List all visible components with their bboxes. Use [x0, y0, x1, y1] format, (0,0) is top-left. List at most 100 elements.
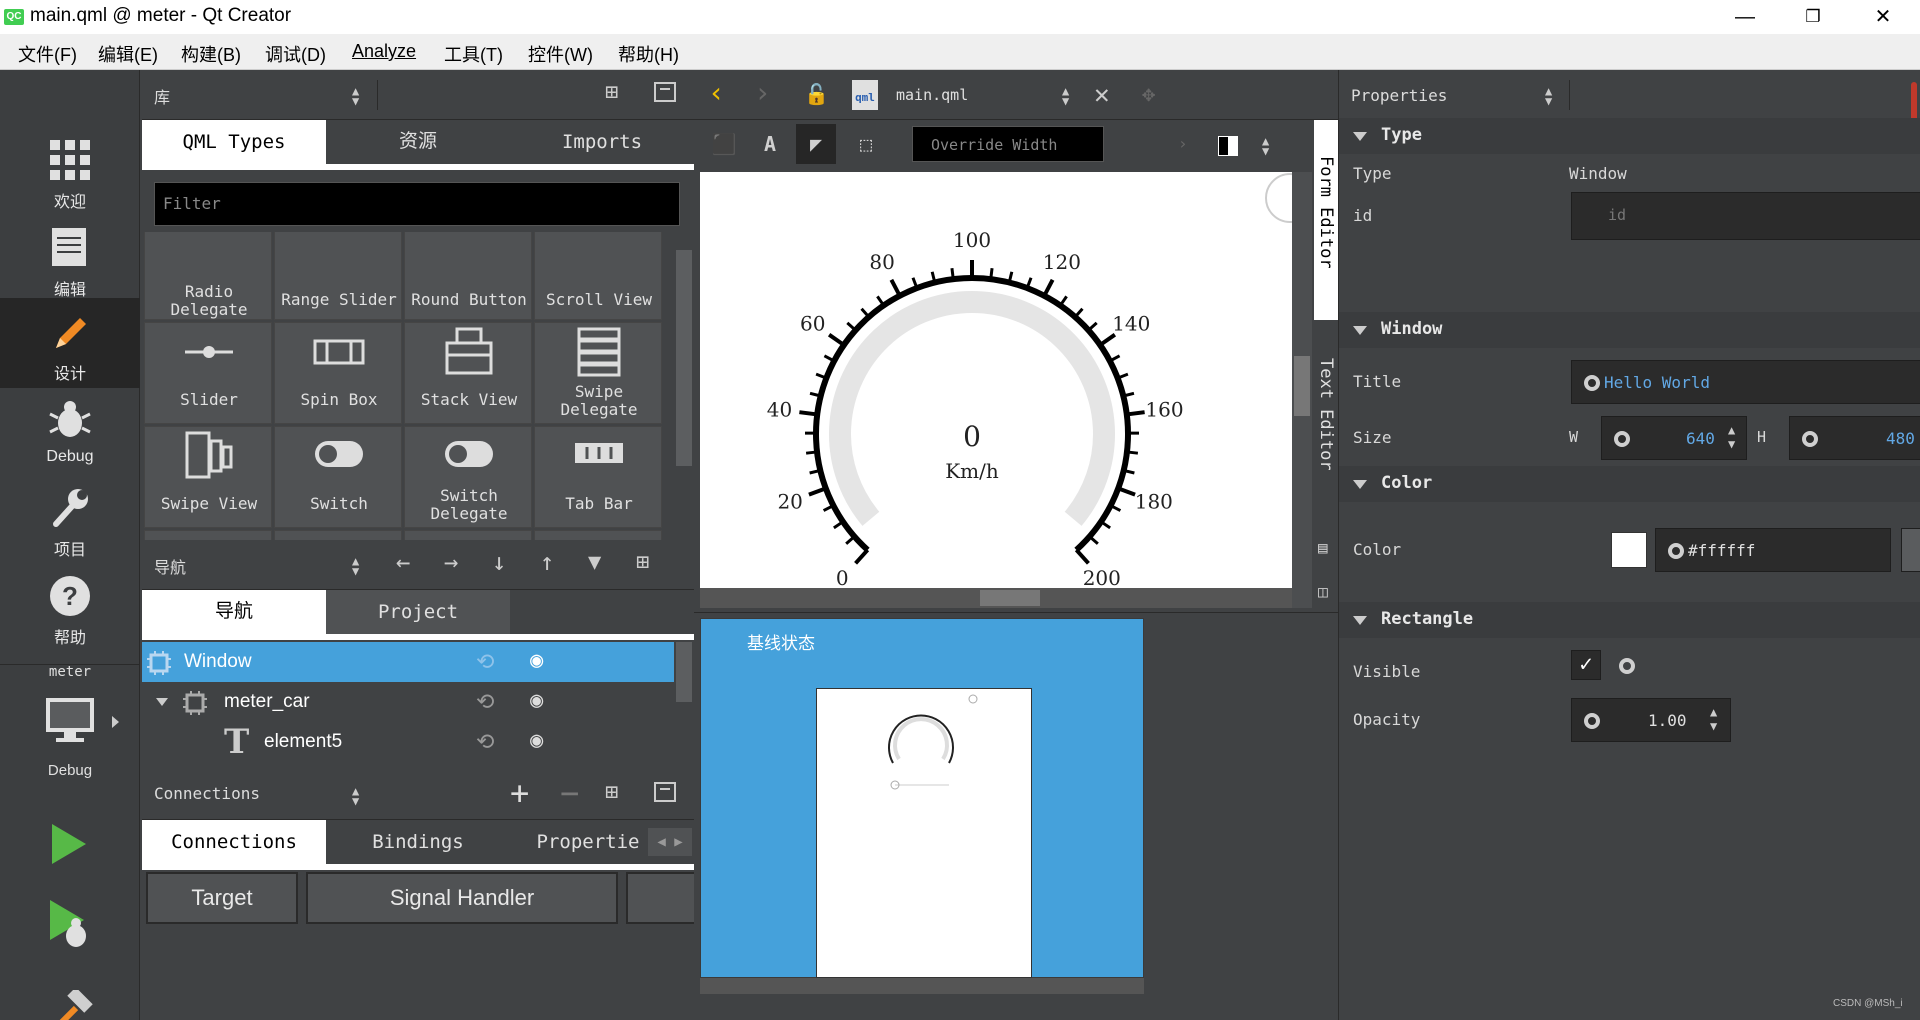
column-header-target[interactable]: Target — [146, 872, 298, 924]
canvas-vscrollbar[interactable] — [1292, 172, 1312, 608]
library-item-tab-bar[interactable]: Tab Bar — [534, 426, 662, 528]
remove-icon[interactable]: − — [560, 774, 579, 812]
mode-welcome[interactable]: 欢迎 — [0, 130, 140, 216]
binding-icon[interactable] — [1802, 431, 1818, 447]
tab-navigator[interactable]: 导航 — [142, 590, 326, 634]
mode-design[interactable]: 设计 — [0, 298, 140, 388]
column-header-action[interactable] — [626, 872, 694, 924]
close-document-icon[interactable]: ✕ — [1094, 80, 1110, 110]
tab-connections[interactable]: Connections — [142, 820, 326, 864]
updown-icon[interactable]: ▲ ▼ — [352, 785, 359, 807]
spin-arrows-icon[interactable]: ▲ ▼ — [1728, 423, 1735, 451]
canvas-hscrollbar-handle[interactable] — [980, 590, 1040, 606]
mode-help[interactable]: ? 帮助 — [0, 566, 140, 652]
restore-icon[interactable]: ❐ — [1778, 0, 1848, 34]
speedometer-gauge[interactable]: 0 20 40 60 80 100 120 140 160 180 200 0 Km/h — [700, 172, 1292, 588]
tree-row-window[interactable]: Window ⟲ ◉ — [142, 642, 674, 682]
minimize-icon[interactable]: — — [1710, 0, 1780, 34]
run-button[interactable] — [46, 822, 90, 871]
close-panel-icon[interactable] — [654, 782, 676, 802]
updown-icon[interactable]: ▲ ▼ — [352, 85, 359, 107]
column-header-signal-handler[interactable]: Signal Handler — [306, 872, 618, 924]
library-item-spin-box[interactable]: Spin Box — [274, 322, 402, 424]
updown-icon[interactable]: ▲ ▼ — [1262, 135, 1269, 157]
back-icon[interactable]: ‹ — [708, 76, 725, 109]
arrow-left-icon[interactable]: ← — [396, 548, 410, 576]
library-item[interactable] — [404, 530, 532, 540]
split-horizontal-icon[interactable]: ▤ — [1318, 538, 1328, 557]
build-button[interactable] — [46, 987, 94, 1020]
menu-build[interactable]: 构建(B) — [181, 41, 241, 67]
menu-debug[interactable]: 调试(D) — [265, 41, 326, 67]
bounding-box-icon[interactable]: ⬚ — [846, 124, 886, 164]
split-icon[interactable]: ⊞ — [605, 780, 618, 805]
library-item-swipe-delegate[interactable]: Swipe Delegate — [534, 322, 662, 424]
menu-edit[interactable]: 编辑(E) — [98, 41, 158, 67]
color-swatch[interactable] — [1611, 532, 1647, 568]
canvas-vscrollbar-handle[interactable] — [1294, 356, 1310, 416]
close-icon[interactable]: ✕ — [1848, 0, 1918, 34]
eye-icon[interactable]: ◉ — [530, 648, 543, 673]
tab-qml-types[interactable]: QML Types — [142, 120, 326, 164]
library-item-slider[interactable]: Slider — [144, 322, 272, 424]
menu-analyze[interactable]: Analyze — [352, 41, 416, 62]
library-item-switch-delegate[interactable]: Switch Delegate — [404, 426, 532, 528]
close-panel-icon[interactable] — [654, 82, 676, 102]
no-snapping-icon[interactable]: ⬛ — [704, 124, 744, 164]
background-color-icon[interactable] — [1218, 136, 1238, 156]
mode-projects[interactable]: 项目 — [0, 478, 140, 564]
debug-run-button[interactable] — [46, 898, 90, 955]
menu-help[interactable]: 帮助(H) — [618, 41, 679, 67]
menu-tools[interactable]: 工具(T) — [444, 41, 503, 67]
menu-file[interactable]: 文件(F) — [18, 41, 77, 67]
filter-icon[interactable]: ▼ — [588, 550, 601, 575]
tab-properties[interactable]: Propertie — [510, 820, 666, 864]
forward-icon[interactable]: › — [754, 76, 771, 109]
tree-row-element5[interactable]: T element5 ⟲ ◉ — [142, 722, 674, 762]
library-item[interactable] — [144, 530, 272, 540]
opacity-spinbox[interactable]: 1.00 ▲ ▼ — [1571, 698, 1731, 742]
height-spinbox[interactable]: 480 — [1789, 416, 1920, 460]
canvas-hscrollbar[interactable] — [700, 588, 1292, 608]
side-tab-text-editor[interactable]: Text Editor — [1314, 328, 1338, 528]
updown-icon[interactable]: ▲ ▼ — [352, 555, 359, 577]
snap-anchors-icon[interactable]: A — [750, 124, 790, 164]
library-item[interactable] — [534, 530, 662, 540]
library-item-scroll-view[interactable]: Scroll View — [534, 232, 662, 320]
color-input[interactable]: #ffffff — [1655, 528, 1891, 572]
move-icon[interactable]: ✥ — [1142, 82, 1155, 107]
split-icon[interactable]: ⊞ — [636, 550, 649, 575]
arrow-up-icon[interactable]: ↑ — [540, 548, 554, 576]
binding-icon[interactable] — [1614, 431, 1630, 447]
add-icon[interactable]: + — [510, 774, 529, 812]
arrow-down-icon[interactable]: ↓ — [492, 548, 506, 576]
lock-icon[interactable]: 🔓 — [804, 82, 829, 106]
color-editor-button[interactable] — [1901, 528, 1920, 572]
section-rectangle[interactable]: Rectangle — [1339, 602, 1920, 638]
switch-handle-icon[interactable] — [1265, 173, 1292, 223]
side-tab-form-editor[interactable]: Form Editor — [1314, 120, 1338, 320]
updown-icon[interactable]: ▲ ▼ — [1545, 85, 1552, 107]
section-window[interactable]: Window — [1339, 312, 1920, 348]
eye-icon[interactable]: ◉ — [530, 728, 543, 753]
library-item-swipe-view[interactable]: Swipe View — [144, 426, 272, 528]
reset-icon[interactable]: ⟲ — [476, 730, 494, 755]
binding-icon[interactable] — [1584, 713, 1600, 729]
tab-project[interactable]: Project — [326, 590, 510, 634]
library-item-round-button[interactable]: Round Button — [404, 232, 532, 320]
more-icon[interactable]: › — [1178, 134, 1188, 153]
binding-icon[interactable] — [1584, 375, 1600, 391]
library-item-stack-view[interactable]: Stack View — [404, 322, 532, 424]
form-editor-canvas[interactable]: 0 20 40 60 80 100 120 140 160 180 200 0 Km/h — [700, 172, 1292, 588]
section-color[interactable]: Color — [1339, 466, 1920, 502]
tab-bindings[interactable]: Bindings — [326, 820, 510, 864]
spin-arrows-icon[interactable]: ▲ ▼ — [1710, 705, 1717, 733]
width-spinbox[interactable]: 640 ▲ ▼ — [1601, 416, 1747, 460]
section-type[interactable]: Type — [1339, 118, 1920, 154]
kit-selector[interactable]: Debug — [0, 692, 140, 788]
states-scrollbar[interactable] — [700, 978, 1144, 994]
visible-checkbox[interactable]: ✓ — [1571, 650, 1601, 680]
tab-imports[interactable]: Imports — [510, 120, 694, 164]
library-item[interactable] — [274, 530, 402, 540]
split-icon[interactable]: ⊞ — [605, 80, 618, 105]
